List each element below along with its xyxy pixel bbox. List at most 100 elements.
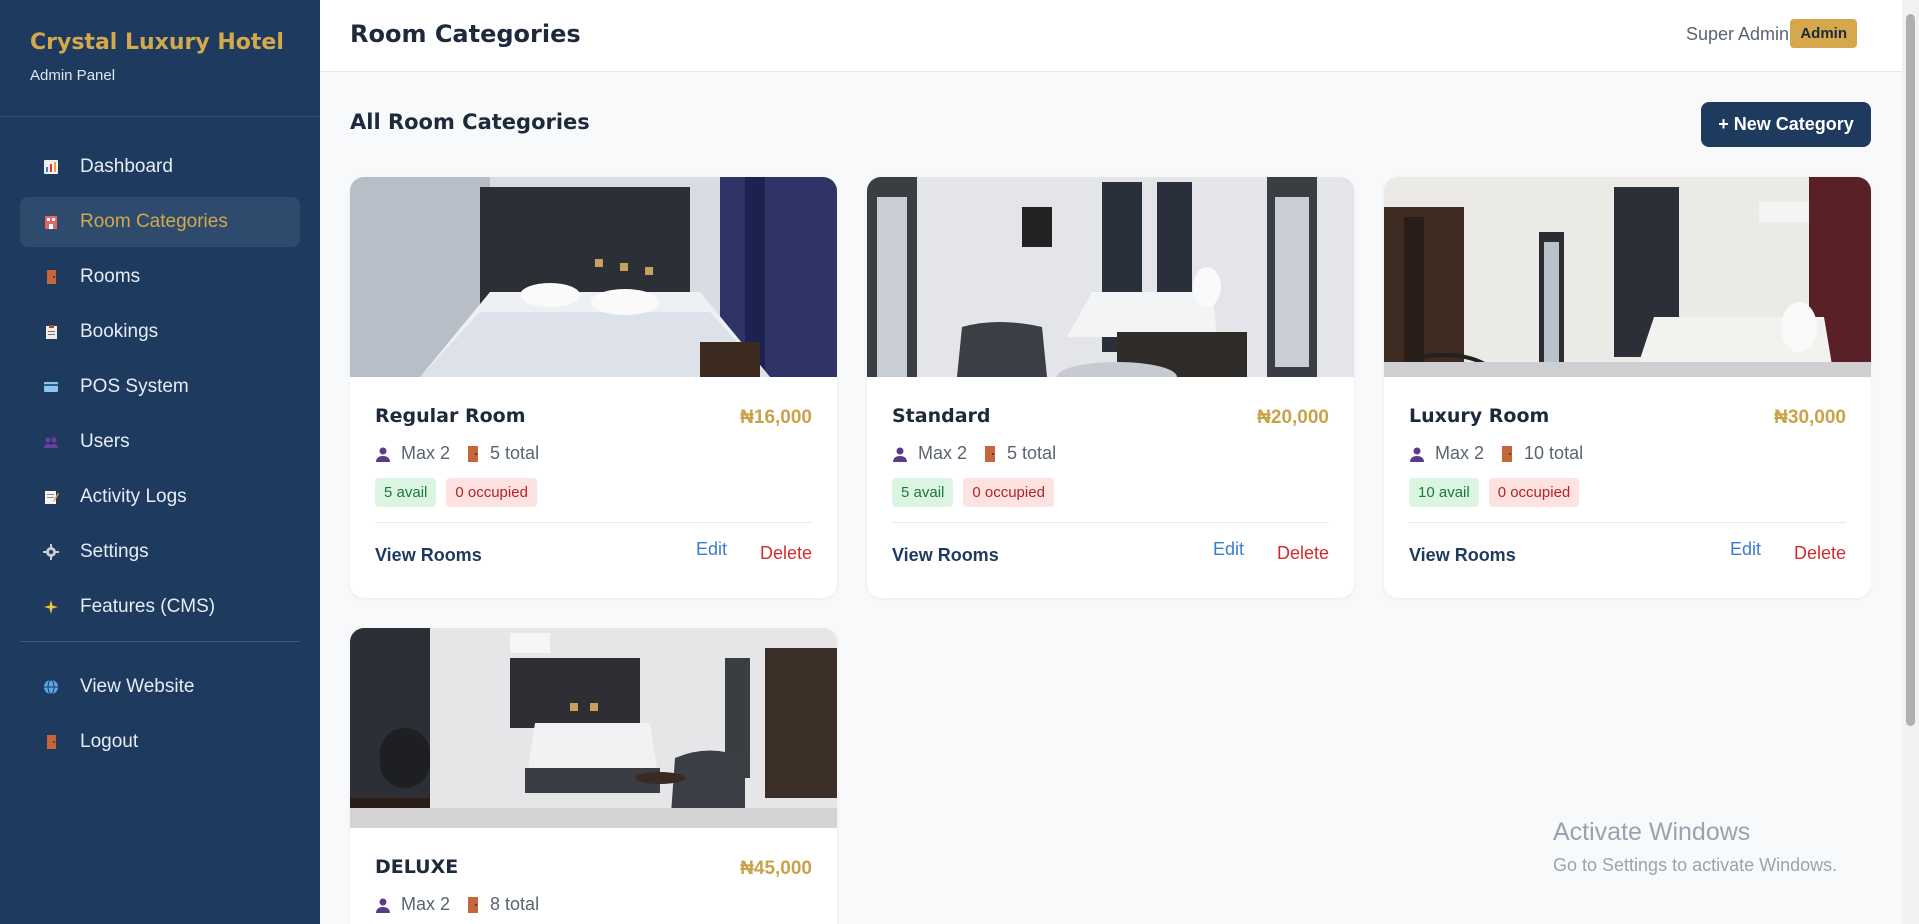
gear-icon xyxy=(42,543,60,561)
card-divider xyxy=(1409,522,1846,523)
page-scrollbar[interactable] xyxy=(1902,0,1919,924)
sidebar-item-label: Logout xyxy=(80,731,139,752)
sidebar-item-bookings[interactable]: Bookings xyxy=(20,307,300,357)
occupied-badge: 0 occupied xyxy=(1488,478,1580,507)
sidebar-item-label: Users xyxy=(80,431,130,452)
sidebar-item-label: Activity Logs xyxy=(80,486,187,507)
sidebar-item-label: Dashboard xyxy=(80,156,173,177)
new-category-button[interactable]: + New Category xyxy=(1701,102,1871,147)
door-icon xyxy=(42,268,60,286)
clipboard-icon xyxy=(42,323,60,341)
room-photo xyxy=(1384,177,1871,377)
occupied-badge: 0 occupied xyxy=(963,478,1054,507)
card-divider xyxy=(892,522,1329,523)
view-rooms-link[interactable]: View Rooms xyxy=(375,545,482,566)
sidebar-item-features-cms[interactable]: Features (CMS) xyxy=(20,582,300,632)
sidebar-nav: Dashboard Room Categories Rooms Bookings… xyxy=(0,117,320,767)
sidebar: Crystal Luxury Hotel Admin Panel Dashboa… xyxy=(0,0,320,924)
max-occupancy: Max 2 xyxy=(401,894,451,914)
top-header: Room Categories Super Admin Admin xyxy=(320,0,1902,72)
chart-icon xyxy=(42,158,60,176)
sidebar-item-activity-logs[interactable]: Activity Logs xyxy=(20,472,300,522)
edit-link[interactable]: Edit xyxy=(696,539,727,560)
total-rooms: 10 total xyxy=(1524,443,1584,463)
sidebar-item-logout[interactable]: Logout xyxy=(20,717,300,767)
category-meta: Max 2 5 total xyxy=(892,443,1329,464)
activation-watermark: Activate Windows Go to Settings to activ… xyxy=(1553,818,1837,876)
occupied-badge: 0 occupied xyxy=(446,478,537,507)
sidebar-item-rooms[interactable]: Rooms xyxy=(20,252,300,302)
sidebar-item-label: Rooms xyxy=(80,266,141,287)
sidebar-item-pos-system[interactable]: POS System xyxy=(20,362,300,412)
sidebar-item-label: Bookings xyxy=(80,321,159,342)
watermark-subtitle: Go to Settings to activate Windows. xyxy=(1553,855,1838,875)
category-meta: Max 2 8 total xyxy=(375,894,812,915)
sidebar-item-label: Features (CMS) xyxy=(80,596,216,617)
max-occupancy: Max 2 xyxy=(918,443,968,463)
scrollbar-thumb[interactable] xyxy=(1906,14,1915,726)
users-icon xyxy=(42,433,60,451)
edit-link[interactable]: Edit xyxy=(1213,539,1244,560)
sidebar-item-settings[interactable]: Settings xyxy=(20,527,300,577)
watermark-title: Activate Windows xyxy=(1553,818,1751,846)
edit-link[interactable]: Edit xyxy=(1730,539,1761,560)
category-meta: Max 2 10 total xyxy=(1409,443,1846,464)
user-name: Super Admin xyxy=(1685,24,1789,44)
category-meta: Max 2 5 total xyxy=(375,443,812,464)
category-price: ₦45,000 xyxy=(740,858,812,879)
available-badge: 5 avail xyxy=(892,478,954,507)
category-card: Luxury Room ₦30,000 Max 2 10 total 10 av… xyxy=(1384,177,1871,598)
brand: Crystal Luxury Hotel Admin Panel xyxy=(0,0,320,117)
door-icon xyxy=(1500,445,1514,462)
view-rooms-link[interactable]: View Rooms xyxy=(892,545,999,566)
category-price: ₦30,000 xyxy=(1774,407,1846,428)
door-icon xyxy=(466,896,480,913)
card-divider xyxy=(375,522,812,523)
sidebar-divider xyxy=(20,641,300,642)
person-icon xyxy=(1409,446,1425,462)
max-occupancy: Max 2 xyxy=(1435,443,1485,463)
view-rooms-link[interactable]: View Rooms xyxy=(1409,545,1516,566)
room-photo xyxy=(350,628,837,828)
total-rooms: 5 total xyxy=(490,443,540,463)
person-icon xyxy=(375,446,391,462)
category-price: ₦20,000 xyxy=(1257,407,1329,428)
door-icon xyxy=(983,445,997,462)
sidebar-item-label: View Website xyxy=(80,676,195,697)
door-icon xyxy=(42,733,60,751)
delete-link[interactable]: Delete xyxy=(760,543,812,564)
category-price: ₦16,000 xyxy=(740,407,812,428)
globe-icon xyxy=(42,678,60,696)
delete-link[interactable]: Delete xyxy=(1794,543,1846,564)
page-title: Room Categories xyxy=(350,20,581,48)
room-photo xyxy=(867,177,1354,377)
category-card: Standard ₦20,000 Max 2 5 total 5 avail 0… xyxy=(867,177,1354,598)
sidebar-item-label: POS System xyxy=(80,376,189,397)
section-title: All Room Categories xyxy=(350,110,590,134)
sidebar-item-view-website[interactable]: View Website xyxy=(20,662,300,712)
door-icon xyxy=(466,445,480,462)
sidebar-item-label: Room Categories xyxy=(80,211,228,232)
person-icon xyxy=(375,897,391,913)
brand-subtitle: Admin Panel xyxy=(30,67,116,84)
sidebar-item-room-categories[interactable]: Room Categories xyxy=(20,197,300,247)
category-card: Regular Room ₦16,000 Max 2 5 total 5 ava… xyxy=(350,177,837,598)
sidebar-item-users[interactable]: Users xyxy=(20,417,300,467)
role-badge: Admin xyxy=(1790,19,1857,48)
category-card: DELUXE ₦45,000 Max 2 8 total xyxy=(350,628,837,924)
room-photo xyxy=(350,177,837,377)
card-icon xyxy=(42,378,60,396)
hotel-icon xyxy=(42,213,60,231)
sidebar-item-dashboard[interactable]: Dashboard xyxy=(20,142,300,192)
max-occupancy: Max 2 xyxy=(401,443,451,463)
available-badge: 10 avail xyxy=(1409,478,1479,507)
memo-icon xyxy=(42,488,60,506)
total-rooms: 8 total xyxy=(490,894,540,914)
available-badge: 5 avail xyxy=(375,478,437,507)
delete-link[interactable]: Delete xyxy=(1277,543,1329,564)
brand-title: Crystal Luxury Hotel xyxy=(30,30,284,55)
sparkle-icon xyxy=(42,598,60,616)
sidebar-item-label: Settings xyxy=(80,541,149,562)
person-icon xyxy=(892,446,908,462)
total-rooms: 5 total xyxy=(1007,443,1057,463)
